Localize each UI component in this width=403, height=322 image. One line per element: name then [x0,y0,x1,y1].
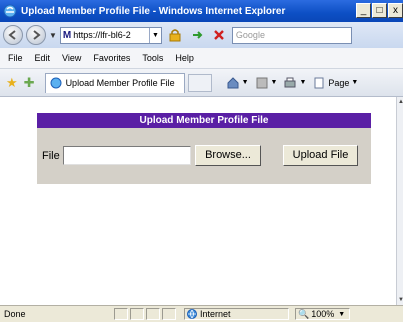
vertical-scrollbar[interactable]: ▲ ▼ [396,97,403,305]
status-text: Done [4,309,26,319]
menu-favorites[interactable]: Favorites [93,53,130,63]
feeds-dropdown-icon[interactable]: ▼ [271,79,278,86]
print-icon[interactable] [283,76,297,90]
scroll-up-icon[interactable]: ▲ [398,99,403,105]
address-dropdown-icon[interactable]: ▼ [148,27,161,43]
home-icon[interactable] [226,76,240,90]
stop-icon[interactable] [210,26,228,44]
window-titlebar[interactable]: Upload Member Profile File - Windows Int… [0,0,403,22]
lock-icon[interactable] [166,26,184,44]
page-menu-label[interactable]: Page [328,78,349,88]
tab-label: Upload Member Profile File [65,78,175,88]
site-favicon-icon: M [62,29,72,41]
scroll-down-icon[interactable]: ▼ [398,297,403,303]
file-path-input[interactable] [63,146,191,165]
window-title: Upload Member Profile File - Windows Int… [21,5,286,17]
page-dropdown-icon[interactable]: ▼ [351,79,358,86]
maximize-button[interactable]: □ [372,3,387,18]
address-bar: ▼ M https://lfr-bl6-2 ▼ Google [0,22,403,48]
status-bar: Done Internet 🔍 100% ▼ [0,305,403,322]
menu-view[interactable]: View [62,53,81,63]
minimize-button[interactable]: _ [356,3,371,18]
status-cell [146,308,160,320]
close-button[interactable]: x [388,3,403,18]
menu-bar: File Edit View Favorites Tools Help [0,48,403,69]
menu-help[interactable]: Help [175,53,194,63]
page-menu-icon[interactable] [312,76,326,90]
menu-edit[interactable]: Edit [35,53,51,63]
menu-file[interactable]: File [8,53,23,63]
favorites-star-icon[interactable]: ★ [6,75,18,91]
zone-label: Internet [200,309,231,319]
page-icon [50,77,62,89]
zoom-icon: 🔍 [298,308,310,319]
address-input[interactable]: M https://lfr-bl6-2 ▼ [59,26,162,44]
tab-upload-member-profile[interactable]: Upload Member Profile File [44,72,185,93]
forward-button[interactable] [26,25,46,45]
url-text: https://lfr-bl6-2 [73,30,131,40]
back-button[interactable] [3,25,23,45]
status-cell [130,308,144,320]
upload-file-button[interactable]: Upload File [283,145,358,166]
upload-panel: File Browse... Upload File [37,128,371,184]
zoom-level: 100% [311,309,335,319]
add-favorites-icon[interactable]: ✚ [24,75,35,91]
zoom-control[interactable]: 🔍 100% ▼ [295,308,350,320]
back-icon [8,30,16,40]
status-cell [162,308,176,320]
upload-panel-header: Upload Member Profile File [37,113,371,128]
ie-logo-icon [3,4,17,18]
status-cell [114,308,128,320]
file-label: File [42,150,60,162]
menu-tools[interactable]: Tools [142,53,163,63]
refresh-icon[interactable] [188,26,206,44]
page-content: Upload Member Profile File File Browse..… [0,97,397,305]
feeds-icon[interactable] [255,76,269,90]
security-zone[interactable]: Internet [184,308,289,320]
print-dropdown-icon[interactable]: ▼ [299,79,306,86]
zoom-dropdown-icon[interactable]: ▼ [338,311,345,318]
forward-icon [33,30,41,40]
recent-pages-dropdown-icon[interactable]: ▼ [49,31,57,40]
home-dropdown-icon[interactable]: ▼ [242,79,249,86]
globe-icon [187,309,197,319]
new-tab-button[interactable] [187,73,212,92]
browse-button[interactable]: Browse... [195,145,261,166]
tab-bar: ★ ✚ Upload Member Profile File ▼ ▼ ▼ Pag… [0,69,403,97]
search-input[interactable]: Google [231,26,352,44]
